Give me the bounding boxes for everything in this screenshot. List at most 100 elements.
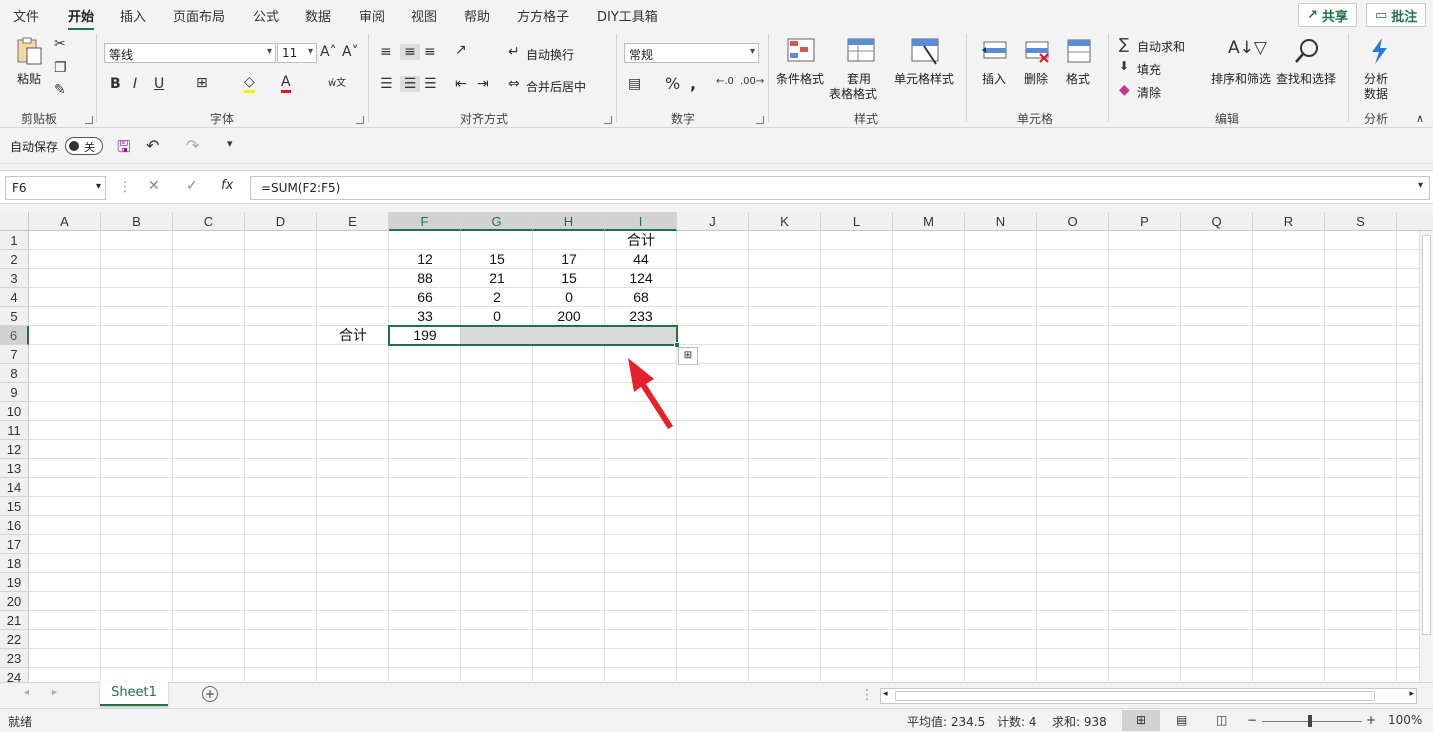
column-header-c[interactable]: C xyxy=(173,212,245,231)
shrink-font-icon[interactable]: A˅ xyxy=(342,44,359,60)
fill-color-icon[interactable]: ◇ xyxy=(244,74,255,93)
column-header-i[interactable]: I xyxy=(605,212,677,231)
row-header-21[interactable]: 21 xyxy=(0,611,29,630)
copy-icon[interactable]: ❐ xyxy=(54,60,67,76)
scroll-left-icon[interactable]: ◂ xyxy=(883,689,888,699)
row-header-12[interactable]: 12 xyxy=(0,440,29,459)
comments-button[interactable]: ▭ 批注 xyxy=(1366,3,1427,27)
alignment-launcher-icon[interactable] xyxy=(604,116,612,124)
column-header-h[interactable]: H xyxy=(533,212,605,231)
wrap-text-button[interactable]: 自动换行 xyxy=(526,46,574,63)
sort-filter-button[interactable]: 排序和筛选 xyxy=(1211,70,1271,87)
column-header-a[interactable]: A xyxy=(29,212,101,231)
cell-g4[interactable]: 2 xyxy=(461,288,533,307)
row-header-3[interactable]: 3 xyxy=(0,269,29,288)
add-sheet-icon[interactable]: + xyxy=(202,686,218,702)
row-header-15[interactable]: 15 xyxy=(0,497,29,516)
format-cells-button[interactable]: 格式 xyxy=(1066,70,1090,87)
row-header-4[interactable]: 4 xyxy=(0,288,29,307)
row-header-5[interactable]: 5 xyxy=(0,307,29,326)
clipboard-launcher-icon[interactable] xyxy=(85,116,93,124)
increase-decimal-icon[interactable]: ←.0 xyxy=(716,76,734,87)
fill-button[interactable]: 填充 xyxy=(1137,61,1161,78)
redo-icon[interactable]: ↷ xyxy=(186,136,199,155)
italic-button[interactable]: I xyxy=(133,76,137,92)
column-header-s[interactable]: S xyxy=(1325,212,1397,231)
prev-sheet-icon[interactable]: ◂ xyxy=(24,687,29,698)
cell-h2[interactable]: 17 xyxy=(533,250,605,269)
column-header-j[interactable]: J xyxy=(677,212,749,231)
cell-i2[interactable]: 44 xyxy=(605,250,677,269)
enter-icon[interactable]: ✓ xyxy=(186,178,198,194)
clear-button[interactable]: 清除 xyxy=(1137,84,1161,101)
font-size-combo[interactable]: 11 ▾ xyxy=(277,43,317,63)
zoom-slider-thumb[interactable] xyxy=(1308,715,1312,727)
column-header-q[interactable]: Q xyxy=(1181,212,1253,231)
vertical-scroll-thumb[interactable] xyxy=(1422,235,1431,635)
column-header-f[interactable]: F xyxy=(389,212,461,231)
row-header-24[interactable]: 24 xyxy=(0,668,29,682)
column-header-l[interactable]: L xyxy=(821,212,893,231)
cell-i5[interactable]: 233 xyxy=(605,307,677,326)
normal-view-icon[interactable]: ⊞ xyxy=(1122,710,1160,731)
tab-data[interactable]: 数据 xyxy=(305,6,331,25)
cell-g5[interactable]: 0 xyxy=(461,307,533,326)
align-top-icon[interactable]: ≡ xyxy=(380,44,392,60)
column-header-e[interactable]: E xyxy=(317,212,389,231)
phonetic-icon[interactable]: ẃ文 xyxy=(328,74,346,89)
insert-cells-button[interactable]: 插入 xyxy=(982,70,1006,87)
quick-analysis-icon[interactable]: ⊞ xyxy=(678,347,698,365)
cell-h5[interactable]: 200 xyxy=(533,307,605,326)
decrease-decimal-icon[interactable]: .00→ xyxy=(740,76,764,87)
zoom-level[interactable]: 100% xyxy=(1388,713,1422,727)
cell-h3[interactable]: 15 xyxy=(533,269,605,288)
column-header-g[interactable]: G xyxy=(461,212,533,231)
cut-icon[interactable]: ✂ xyxy=(54,36,66,52)
orientation-icon[interactable]: ↗ xyxy=(455,42,467,58)
decrease-indent-icon[interactable]: ⇤ xyxy=(455,76,467,92)
column-header-n[interactable]: N xyxy=(965,212,1037,231)
row-header-22[interactable]: 22 xyxy=(0,630,29,649)
tab-fangfang[interactable]: 方方格子 xyxy=(517,6,569,25)
column-header-b[interactable]: B xyxy=(101,212,173,231)
cell-i3[interactable]: 124 xyxy=(605,269,677,288)
row-header-8[interactable]: 8 xyxy=(0,364,29,383)
row-header-13[interactable]: 13 xyxy=(0,459,29,478)
grow-font-icon[interactable]: A˄ xyxy=(320,44,337,60)
name-box[interactable]: F6 ▾ xyxy=(5,176,106,200)
sheet-tab-sheet1[interactable]: Sheet1 xyxy=(100,682,168,706)
paste-button[interactable]: 粘贴 xyxy=(17,70,41,87)
column-header-p[interactable]: P xyxy=(1109,212,1181,231)
horizontal-scrollbar[interactable]: ◂ ▸ xyxy=(880,688,1417,704)
percent-button[interactable]: % xyxy=(665,74,680,93)
horizontal-scroll-thumb[interactable] xyxy=(895,691,1375,701)
paste-icon[interactable] xyxy=(14,36,44,66)
increase-indent-icon[interactable]: ⇥ xyxy=(477,76,489,92)
cell-g3[interactable]: 21 xyxy=(461,269,533,288)
tab-formulas[interactable]: 公式 xyxy=(253,6,279,25)
number-launcher-icon[interactable] xyxy=(756,116,764,124)
customize-qat-icon[interactable]: ▾ xyxy=(227,137,233,150)
column-header-r[interactable]: R xyxy=(1253,212,1325,231)
cell-g2[interactable]: 15 xyxy=(461,250,533,269)
row-header-6[interactable]: 6 xyxy=(0,326,29,345)
find-select-button[interactable]: 查找和选择 xyxy=(1276,70,1336,87)
row-header-9[interactable]: 9 xyxy=(0,383,29,402)
expand-formula-icon[interactable]: ▾ xyxy=(1418,180,1423,191)
align-middle-icon[interactable]: ≡ xyxy=(400,44,420,60)
zoom-out-icon[interactable]: − xyxy=(1247,713,1257,727)
column-header-m[interactable]: M xyxy=(893,212,965,231)
cell-i1[interactable]: 合计 xyxy=(605,231,677,250)
align-left-icon[interactable]: ☰ xyxy=(380,76,393,92)
tab-insert[interactable]: 插入 xyxy=(120,6,146,25)
collapse-ribbon-icon[interactable]: ∧ xyxy=(1416,112,1424,125)
tab-review[interactable]: 审阅 xyxy=(359,6,385,25)
zoom-in-icon[interactable]: + xyxy=(1366,713,1376,727)
row-header-11[interactable]: 11 xyxy=(0,421,29,440)
cell-styles-button[interactable]: 单元格样式 xyxy=(894,70,954,87)
number-format-combo[interactable]: 常规 ▾ xyxy=(624,43,759,63)
tab-diy-toolbox[interactable]: DIY工具箱 xyxy=(597,6,658,25)
worksheet-grid[interactable]: ABCDEFGHIJKLMNOPQRS 1 2 3 4 5 6 7 8 9 10 11 12 13 14 1… xyxy=(0,212,1433,682)
column-header-o[interactable]: O xyxy=(1037,212,1109,231)
scroll-right-icon[interactable]: ▸ xyxy=(1409,689,1414,699)
